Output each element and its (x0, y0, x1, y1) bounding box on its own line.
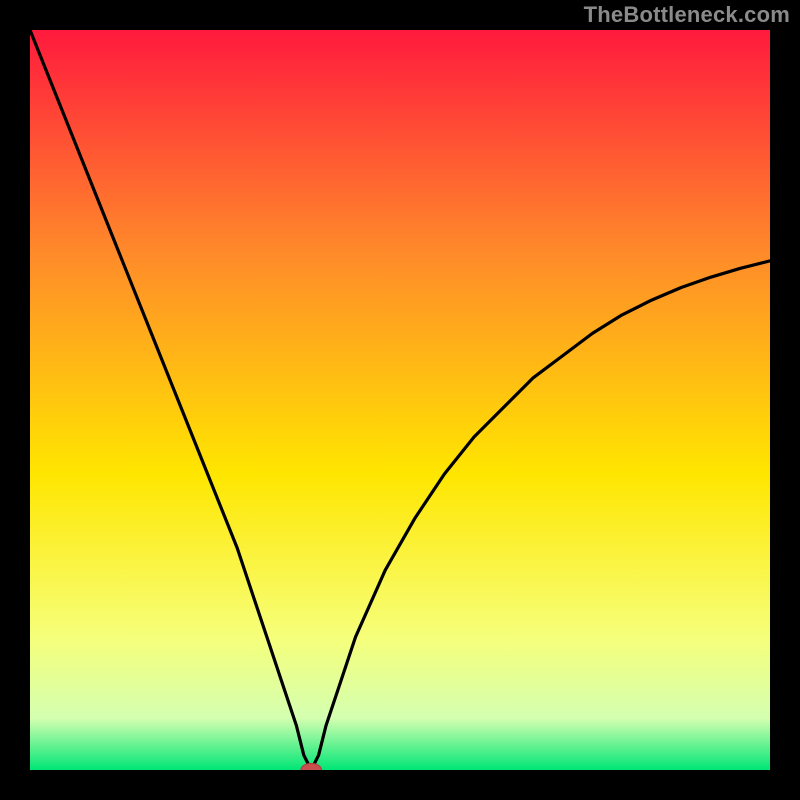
bottleneck-curve-plot (0, 0, 800, 800)
bottleneck-chart: TheBottleneck.com (0, 0, 800, 800)
watermark-text: TheBottleneck.com (584, 2, 790, 28)
plot-background (30, 30, 770, 770)
